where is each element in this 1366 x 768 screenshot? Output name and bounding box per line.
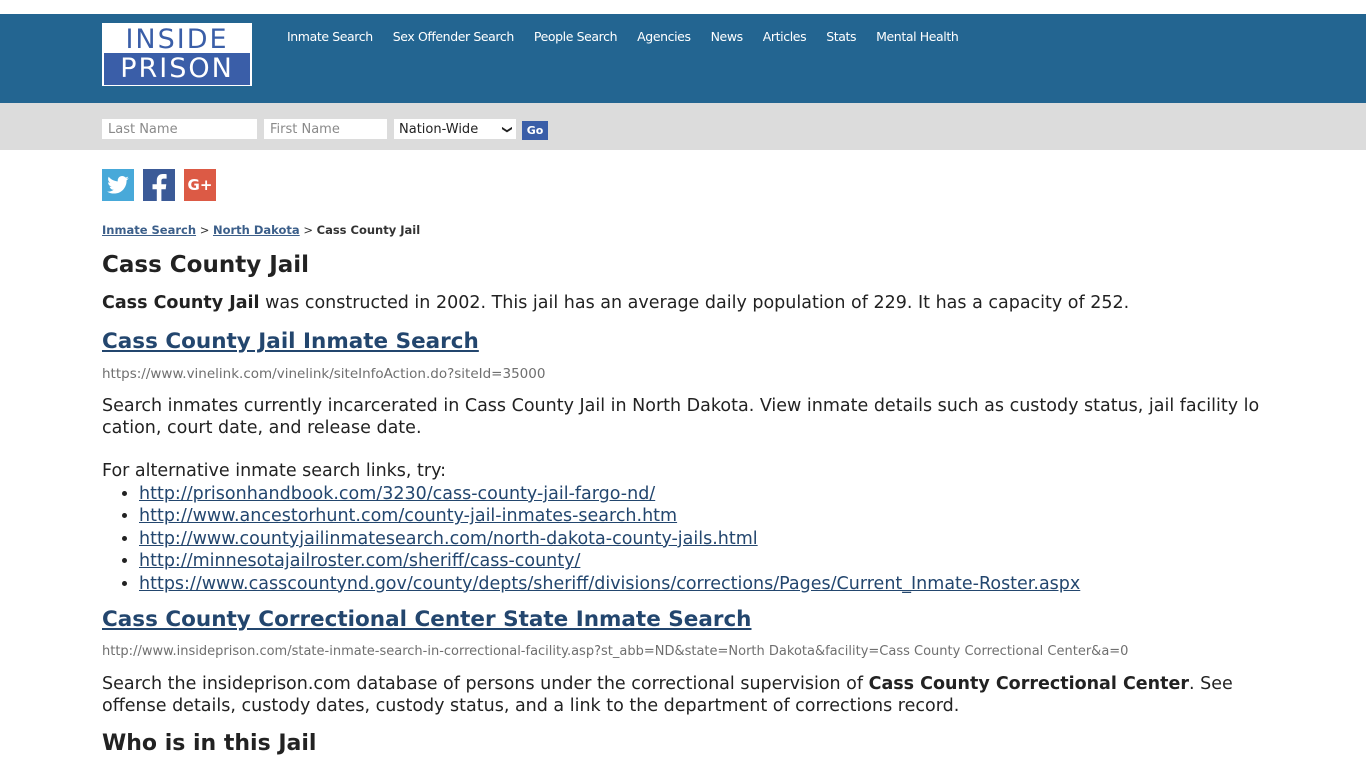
vinelink-url: https://www.vinelink.com/vinelink/siteIn… [102, 366, 546, 382]
nav-sex-offender-search[interactable]: Sex Offender Search [383, 29, 524, 45]
alt-links-list: http://prisonhandbook.com/3230/cass-coun… [102, 483, 1080, 595]
alt-link-minnesotajailroster[interactable]: http://minnesotajailroster.com/sheriff/c… [139, 551, 580, 571]
desc-facility-name: Cass County Correctional Center [868, 674, 1189, 694]
site-logo[interactable]: INSIDE PRISON [102, 23, 252, 86]
alt-link-countyjailinmatesearch[interactable]: http://www.countyjailinmatesearch.com/no… [139, 529, 758, 549]
intro-text: Cass County Jail was constructed in 2002… [102, 293, 1129, 313]
scope-select[interactable]: Nation-Wide ❮ [394, 119, 516, 139]
facebook-share-button[interactable] [143, 169, 175, 202]
breadcrumb-north-dakota[interactable]: North Dakota [213, 223, 300, 237]
alt-link-prisonhandbook[interactable]: http://prisonhandbook.com/3230/cass-coun… [139, 484, 655, 504]
list-item: http://minnesotajailroster.com/sheriff/c… [139, 550, 1080, 572]
list-item: http://prisonhandbook.com/3230/cass-coun… [139, 483, 1080, 505]
twitter-icon [107, 176, 129, 194]
nav-people-search[interactable]: People Search [524, 29, 627, 45]
breadcrumb-separator: > [199, 223, 213, 237]
nav-articles[interactable]: Articles [753, 29, 816, 45]
social-share: G+ [102, 169, 216, 202]
alt-link-casscountynd[interactable]: https://www.casscountynd.gov/county/dept… [139, 574, 1080, 594]
top-strip [0, 0, 1366, 14]
correctional-center-description: Search the insideprison.com database of … [102, 673, 1262, 717]
desc-pre: Search the insideprison.com database of … [102, 674, 869, 694]
nav-mental-health[interactable]: Mental Health [866, 29, 968, 45]
chevron-down-icon: ❮ [501, 124, 513, 134]
site-header: INSIDE PRISON Inmate Search Sex Offender… [0, 14, 1366, 103]
insideprison-url: http://www.insideprison.com/state-inmate… [102, 644, 1129, 659]
logo-line-1: INSIDE [103, 24, 251, 54]
list-item: http://www.ancestorhunt.com/county-jail-… [139, 505, 1080, 527]
nav-inmate-search[interactable]: Inmate Search [277, 29, 383, 45]
nav-stats[interactable]: Stats [816, 29, 866, 45]
jail-inmate-search-link[interactable]: Cass County Jail Inmate Search [102, 329, 479, 354]
correctional-center-search-link[interactable]: Cass County Correctional Center State In… [102, 607, 752, 632]
breadcrumb-inmate-search[interactable]: Inmate Search [102, 223, 196, 237]
alt-link-ancestorhunt[interactable]: http://www.ancestorhunt.com/county-jail-… [139, 506, 677, 526]
who-is-in-jail-heading: Who is in this Jail [102, 731, 317, 756]
go-button[interactable]: Go [522, 121, 548, 140]
nav-agencies[interactable]: Agencies [627, 29, 700, 45]
search-bar: Nation-Wide ❮ Go [0, 103, 1366, 150]
page-title: Cass County Jail [102, 252, 310, 278]
facebook-icon [152, 174, 167, 202]
breadcrumb-current: Cass County Jail [316, 223, 421, 237]
twitter-share-button[interactable] [102, 169, 134, 201]
googleplus-share-button[interactable]: G+ [184, 169, 216, 201]
breadcrumb: Inmate Search > North Dakota > Cass Coun… [102, 223, 420, 237]
intro-details: was constructed in 2002. This jail has a… [259, 293, 1130, 313]
first-name-input[interactable] [264, 119, 387, 139]
last-name-input[interactable] [102, 119, 257, 139]
list-item: https://www.casscountynd.gov/county/dept… [139, 573, 1080, 595]
jail-search-description: Search inmates currently incarcerated in… [102, 396, 1260, 438]
nav-news[interactable]: News [701, 29, 753, 45]
list-item: http://www.countyjailinmatesearch.com/no… [139, 528, 1080, 550]
alt-links-intro: For alternative inmate search links, try… [102, 461, 447, 481]
breadcrumb-separator: > [303, 223, 317, 237]
googleplus-icon: G+ [187, 176, 213, 194]
logo-line-2: PRISON [104, 53, 250, 85]
intro-facility-name: Cass County Jail [102, 293, 260, 313]
main-nav: Inmate Search Sex Offender Search People… [277, 29, 968, 45]
scope-select-value: Nation-Wide [399, 121, 479, 137]
